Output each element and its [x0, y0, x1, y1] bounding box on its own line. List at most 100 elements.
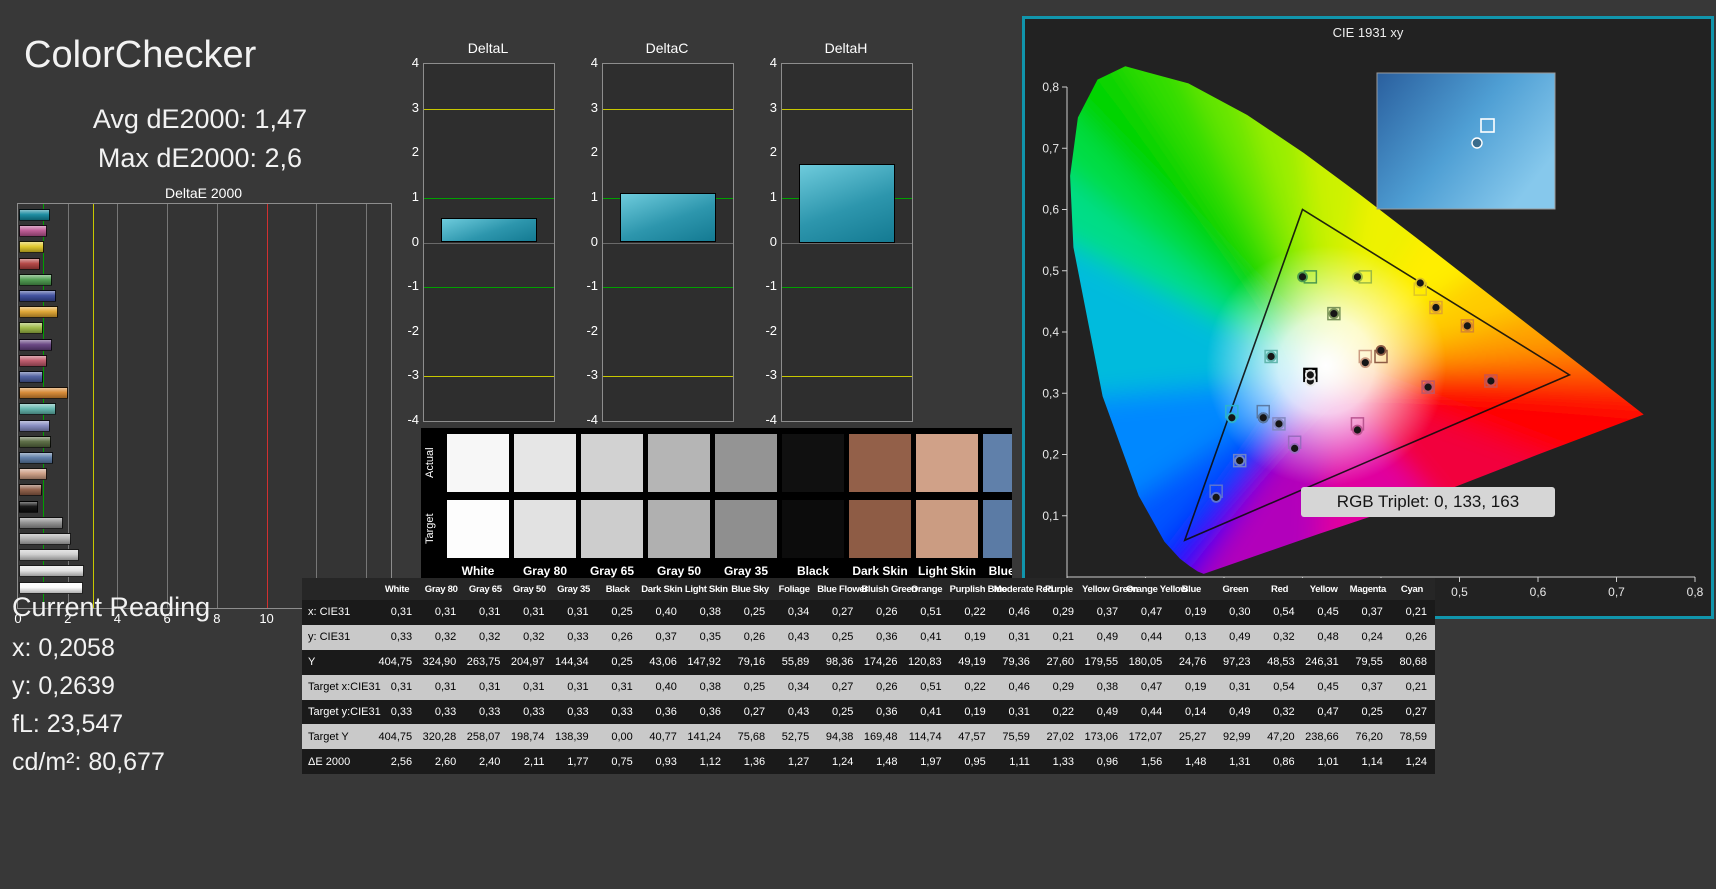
table-cell: 80,68	[1399, 656, 1427, 669]
table-cell: 27,02	[1046, 730, 1074, 743]
table-cell: 55,89	[781, 656, 810, 669]
table-cell: 0,40	[655, 681, 677, 694]
x-tick-label: 0,7	[1608, 585, 1625, 599]
deltaE-bar-light-skin	[19, 468, 47, 481]
swatch-actual-blue-sky[interactable]	[983, 434, 1012, 492]
patch-label: Gray 65	[589, 564, 635, 578]
swatch-target-white[interactable]	[447, 500, 509, 558]
table-cell: 0,31	[567, 681, 589, 694]
swatch-target-blue-sky[interactable]	[983, 500, 1012, 558]
measurement-table: White Gray 80 Gray 65 Gray 50 Gray 35 Black Da…	[302, 578, 1435, 775]
zero-line	[424, 242, 554, 244]
swatch-target-gray-50[interactable]	[648, 500, 710, 558]
swatch-actual-gray-35[interactable]	[715, 434, 777, 492]
table-cell: 0,45	[1317, 681, 1339, 694]
swatch-actual-black[interactable]	[782, 434, 844, 492]
deltaE-bar-foliage	[19, 435, 51, 448]
table-cell: 0,26	[743, 631, 766, 644]
table-cell: 0,31	[523, 606, 545, 619]
x-tick-label: 0,6	[1530, 585, 1547, 599]
table-cell: 2,56	[390, 755, 413, 768]
table-cell: 1,27	[787, 755, 810, 768]
table-col-header: Gray 80	[424, 583, 458, 595]
table-cell: 0,93	[655, 755, 677, 768]
swatch-actual-dark-skin[interactable]	[849, 434, 911, 492]
table-cell: 0,31	[611, 681, 633, 694]
table-cell: 0,40	[655, 606, 677, 619]
swatch-target-black[interactable]	[782, 500, 844, 558]
table-cell: 263,75	[466, 656, 501, 669]
table-row-label: Target x:CIE31	[308, 681, 381, 694]
table-cell: 114,74	[908, 730, 942, 743]
swatch-actual-light-skin[interactable]	[916, 434, 978, 492]
swatch-actual-white[interactable]	[447, 434, 509, 492]
y-tick-label: -2	[586, 322, 598, 338]
table-cell: 0,41	[920, 631, 942, 644]
table-cell: 43,06	[649, 656, 677, 669]
table-cell: 0,33	[390, 706, 413, 718]
table-cell: 0,25	[831, 706, 854, 718]
cie-point-blue	[1210, 491, 1222, 503]
current-reading-x: x: 0,2058	[12, 634, 115, 662]
swatch-target-light-skin[interactable]	[916, 500, 978, 558]
table-cell: 0,27	[831, 681, 854, 694]
grid-line	[167, 204, 169, 608]
table-cell: 0,33	[434, 706, 457, 718]
table-cell: 174,26	[863, 656, 898, 669]
table-cell: 173,06	[1084, 730, 1119, 743]
table-col-header: Gray 65	[468, 583, 502, 595]
x-tick-label: 0,5	[1451, 585, 1468, 599]
table-cell: 0,31	[478, 681, 501, 694]
cie-point-purplish-blue	[1234, 455, 1246, 467]
y-tick-label: 1	[590, 188, 598, 204]
cie-point-magenta	[1352, 424, 1363, 436]
table-cell: 0,32	[523, 631, 545, 644]
table-cell: 0,36	[699, 706, 721, 718]
table-cell: 0,32	[434, 631, 457, 644]
table-cell: 47,20	[1267, 730, 1295, 743]
table-cell: 0,36	[876, 631, 898, 644]
table-cell: 0,49	[1229, 706, 1251, 718]
patch-label: Blue Sky	[988, 564, 1012, 578]
cie-point-blue-sky	[1257, 412, 1269, 424]
swatch-target-gray-80[interactable]	[514, 500, 576, 558]
table-cell: 0,19	[964, 631, 986, 644]
swatch-actual-gray-80[interactable]	[514, 434, 576, 492]
table-cell: 0,27	[743, 706, 766, 718]
swatch-actual-gray-65[interactable]	[581, 434, 643, 492]
table-cell: 79,36	[1002, 656, 1030, 669]
patch-label: Gray 80	[522, 564, 568, 578]
table-cell: 76,20	[1355, 730, 1383, 743]
table-cell: 0,46	[1008, 606, 1030, 619]
table-cell: 25,27	[1178, 730, 1207, 743]
table-cell: 0,47	[1140, 681, 1163, 694]
table-cell: 0,32	[1273, 631, 1295, 644]
table-col-header: Purple	[1045, 583, 1073, 595]
cie-point-red	[1485, 375, 1497, 387]
table-cell: 0,95	[964, 755, 986, 768]
swatch-target-gray-65[interactable]	[581, 500, 643, 558]
table-cell: 0,45	[1317, 606, 1339, 619]
deltaE-bar-black	[19, 500, 38, 513]
y-tick-label: -1	[765, 278, 777, 294]
table-cell: 1,14	[1361, 755, 1383, 768]
swatch-target-dark-skin[interactable]	[849, 500, 911, 558]
y-tick-label: 4	[411, 55, 419, 70]
table-cell: 258,07	[466, 730, 501, 743]
table-cell: 0,34	[787, 606, 810, 619]
table-col-header: Yellow Green	[1082, 583, 1139, 595]
table-cell: 1,01	[1317, 755, 1339, 768]
chromaticity-horseshoe	[1070, 66, 1644, 574]
grid-line	[117, 204, 119, 608]
table-col-header: Bluish Green	[861, 583, 917, 595]
table-cell: 0,22	[1052, 706, 1074, 718]
cie-point-orange-yellow	[1430, 302, 1442, 313]
swatch-target-gray-35[interactable]	[715, 500, 777, 558]
swatch-actual-gray-50[interactable]	[648, 434, 710, 492]
deltaE-bar-green	[19, 273, 52, 286]
grid-line	[216, 204, 218, 608]
table-cell: 0,32	[478, 631, 501, 644]
table-cell: 0,22	[964, 681, 986, 694]
table-col-header: Purplish Blue	[949, 583, 1008, 595]
table-col-header: Foliage	[778, 583, 810, 595]
